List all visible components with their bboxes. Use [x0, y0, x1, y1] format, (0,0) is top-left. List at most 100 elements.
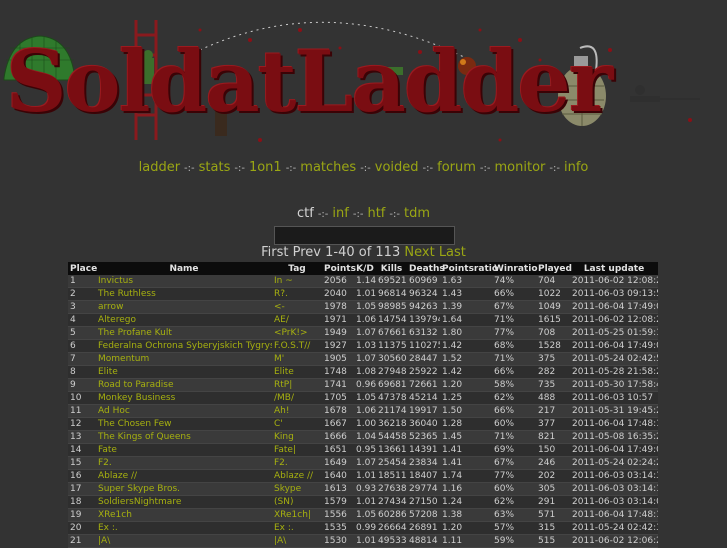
cell-team-name[interactable]: Super Skype Bros.: [96, 482, 272, 496]
search-input[interactable]: [274, 226, 455, 245]
cell-place: 13: [68, 430, 96, 444]
pager-last-link[interactable]: Last: [439, 245, 466, 260]
cell-team-tag[interactable]: <PrK!>: [272, 326, 322, 340]
cell-team-tag[interactable]: In ~: [272, 275, 322, 288]
header-kills[interactable]: Kills: [376, 262, 407, 275]
table-row: 20 Ex :. Ex :. 1535 0.99 26664 26891 1.20 57% 315…: [68, 521, 658, 535]
cell-team-tag[interactable]: RtP|: [272, 378, 322, 392]
cell-kd: 1.01: [354, 287, 376, 301]
cell-points: 1905: [322, 352, 354, 366]
cell-team-tag[interactable]: |A\: [272, 534, 322, 548]
cell-team-tag[interactable]: <-: [272, 300, 322, 314]
cell-kills: 96814: [376, 287, 407, 301]
cell-team-name[interactable]: The Ruthless: [96, 287, 272, 301]
cell-team-name[interactable]: arrow: [96, 300, 272, 314]
nav-info-link[interactable]: info: [564, 160, 588, 175]
nav-ladder-link[interactable]: ladder: [139, 160, 180, 175]
mode-tdm-link[interactable]: tdm: [404, 206, 430, 221]
table-row: 19 XRe1ch XRe1ch| 1556 1.05 60286 57208 1.38 63%…: [68, 508, 658, 522]
cell-kills: 49533: [376, 534, 407, 548]
pager-prev: Prev: [292, 245, 321, 260]
cell-team-tag[interactable]: (SN): [272, 495, 322, 509]
cell-deaths: 26891: [407, 521, 440, 535]
cell-pointsratio: 1.41: [440, 443, 492, 457]
cell-team-name[interactable]: Monkey Business: [96, 391, 272, 405]
cell-team-name[interactable]: The Profane Kult: [96, 326, 272, 340]
cell-team-tag[interactable]: C': [272, 417, 322, 431]
cell-team-name[interactable]: Momentum: [96, 352, 272, 366]
cell-team-name[interactable]: SoldiersNightmare: [96, 495, 272, 509]
cell-played: 282: [536, 365, 570, 379]
cell-team-name[interactable]: Invictus: [96, 275, 272, 288]
cell-team-tag[interactable]: Skype: [272, 482, 322, 496]
cell-team-name[interactable]: Road to Paradise: [96, 378, 272, 392]
cell-kd: 0.96: [354, 378, 376, 392]
cell-team-name[interactable]: Ex :.: [96, 521, 272, 535]
cell-team-name[interactable]: The Chosen Few: [96, 417, 272, 431]
header-tag[interactable]: Tag: [272, 262, 322, 275]
cell-last-update: 2011-06-02 12:08:24: [570, 275, 658, 288]
cell-winratio: 68%: [492, 339, 536, 353]
nav-stats-link[interactable]: stats: [199, 160, 231, 175]
cell-team-tag[interactable]: Ah!: [272, 404, 322, 418]
header-name[interactable]: Name: [96, 262, 272, 275]
cell-deaths: 18407: [407, 469, 440, 483]
nav-voided-link[interactable]: voided: [375, 160, 419, 175]
cell-team-name[interactable]: The Kings of Queens: [96, 430, 272, 444]
cell-pointsratio: 1.74: [440, 469, 492, 483]
cell-winratio: 74%: [492, 275, 536, 288]
header-kd[interactable]: K/D: [354, 262, 376, 275]
cell-last-update: 2011-06-04 17:49:08: [570, 300, 658, 314]
cell-team-name[interactable]: Elite: [96, 365, 272, 379]
mode-htf-link[interactable]: htf: [367, 206, 385, 221]
nav-forum-link[interactable]: forum: [437, 160, 476, 175]
cell-points: 1978: [322, 300, 354, 314]
cell-pointsratio: 1.80: [440, 326, 492, 340]
site-logo[interactable]: SoldatLadder: [6, 40, 613, 124]
cell-pointsratio: 1.25: [440, 391, 492, 405]
cell-pointsratio: 1.20: [440, 378, 492, 392]
header-points[interactable]: Points: [322, 262, 356, 275]
cell-winratio: 77%: [492, 469, 536, 483]
cell-team-tag[interactable]: R?.: [272, 287, 322, 301]
cell-kd: 1.06: [354, 313, 376, 327]
header-pointsratio[interactable]: Pointsratio: [440, 262, 498, 275]
cell-winratio: 62%: [492, 495, 536, 509]
cell-last-update: 2011-06-04 17:49:07: [570, 443, 658, 457]
table-row: 5 The Profane Kult <PrK!> 1949 1.07 67661 6313…: [68, 326, 658, 340]
cell-team-tag[interactable]: King: [272, 430, 322, 444]
nav-1on1-link[interactable]: 1on1: [249, 160, 282, 175]
header-place[interactable]: Place: [68, 262, 97, 275]
cell-team-tag[interactable]: M': [272, 352, 322, 366]
header-deaths[interactable]: Deaths: [407, 262, 445, 275]
mode-inf-link[interactable]: inf: [332, 206, 348, 221]
cell-team-name[interactable]: Ad Hoc: [96, 404, 272, 418]
cell-team-name[interactable]: F2.: [96, 456, 272, 470]
cell-team-tag[interactable]: F.O.S.T//: [272, 339, 322, 353]
cell-team-name[interactable]: Federalna Ochrona Syberyjskich Tygrysów: [96, 339, 272, 353]
cell-team-tag[interactable]: Elite: [272, 365, 322, 379]
header-winratio[interactable]: Winratio: [492, 262, 538, 275]
cell-team-name[interactable]: Ablaze //: [96, 469, 272, 483]
cell-team-tag[interactable]: Ex :.: [272, 521, 322, 535]
nav-monitor-link[interactable]: monitor: [495, 160, 546, 175]
cell-team-tag[interactable]: Ablaze //: [272, 469, 322, 483]
nav-matches-link[interactable]: matches: [300, 160, 356, 175]
header-played[interactable]: Played: [536, 262, 572, 275]
cell-team-tag[interactable]: AE/: [272, 313, 322, 327]
cell-team-name[interactable]: Fate: [96, 443, 272, 457]
cell-team-tag[interactable]: Fate|: [272, 443, 322, 457]
cell-team-name[interactable]: XRe1ch: [96, 508, 272, 522]
cell-winratio: 59%: [492, 534, 536, 548]
cell-pointsratio: 1.28: [440, 417, 492, 431]
cell-played: 375: [536, 352, 570, 366]
cell-played: 1615: [536, 313, 570, 327]
cell-team-tag[interactable]: F2.: [272, 456, 322, 470]
cell-place: 2: [68, 287, 96, 301]
pager-next-link[interactable]: Next: [404, 245, 434, 260]
header-last-update[interactable]: Last update: [570, 262, 658, 275]
cell-team-name[interactable]: Alterego: [96, 313, 272, 327]
cell-team-tag[interactable]: XRe1ch|: [272, 508, 322, 522]
cell-team-name[interactable]: |A\: [96, 534, 272, 548]
cell-team-tag[interactable]: /MB/: [272, 391, 322, 405]
